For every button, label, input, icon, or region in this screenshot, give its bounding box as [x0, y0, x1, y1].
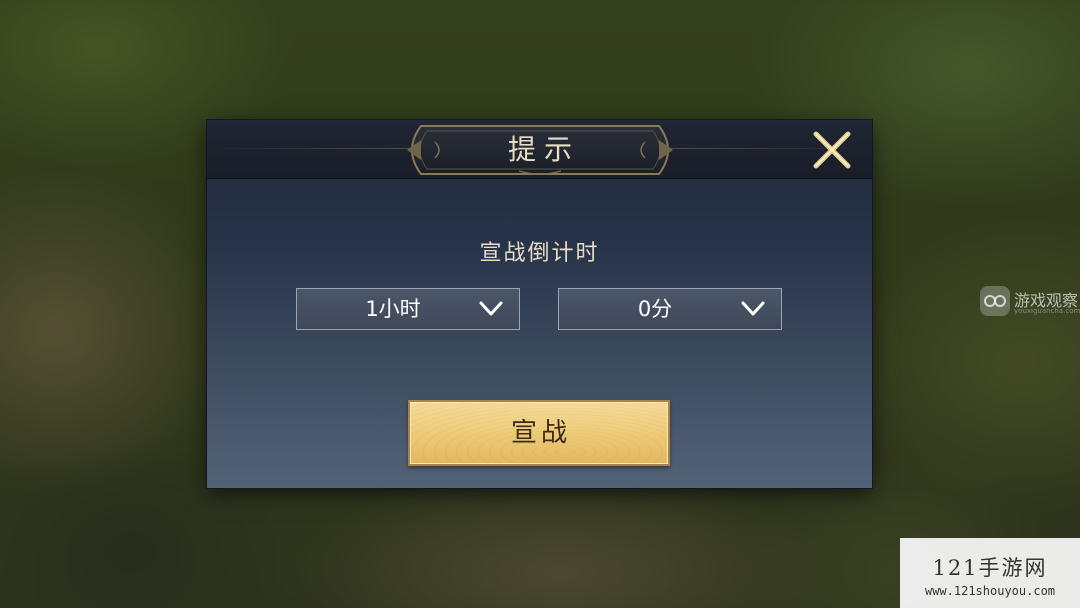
dialog-title: 提示 [507, 133, 580, 166]
site-url: www.121shouyou.com [924, 584, 1056, 598]
observer-logo-icon [980, 286, 1010, 316]
chevron-down-icon [479, 301, 503, 316]
site-name: 121手游网 [932, 556, 1048, 580]
observer-watermark: 游戏观察 youxiguancha.com [980, 285, 1080, 321]
hours-value: 1小时 [365, 297, 421, 321]
chevron-down-icon [741, 301, 765, 316]
declare-war-label: 宣战 [510, 418, 571, 448]
minutes-value: 0分 [637, 297, 673, 321]
declare-war-dialog: 提示 宣战倒计时 1小时 0分 宣战 [207, 120, 872, 488]
dialog-header: 提示 [207, 120, 872, 179]
game-screen: 提示 宣战倒计时 1小时 0分 宣战 游戏观察 youxiguancha.com… [0, 0, 1080, 608]
declare-war-button[interactable]: 宣战 [408, 400, 670, 466]
close-x-icon [813, 131, 851, 169]
countdown-label: 宣战倒计时 [479, 241, 600, 266]
site-watermark: 121手游网 www.121shouyou.com [900, 538, 1080, 608]
hours-dropdown[interactable]: 1小时 [296, 288, 520, 330]
minutes-dropdown[interactable]: 0分 [558, 288, 782, 330]
title-plate: 提示 [399, 122, 681, 178]
observer-url: youxiguancha.com [1014, 307, 1080, 315]
close-button[interactable] [810, 128, 854, 172]
